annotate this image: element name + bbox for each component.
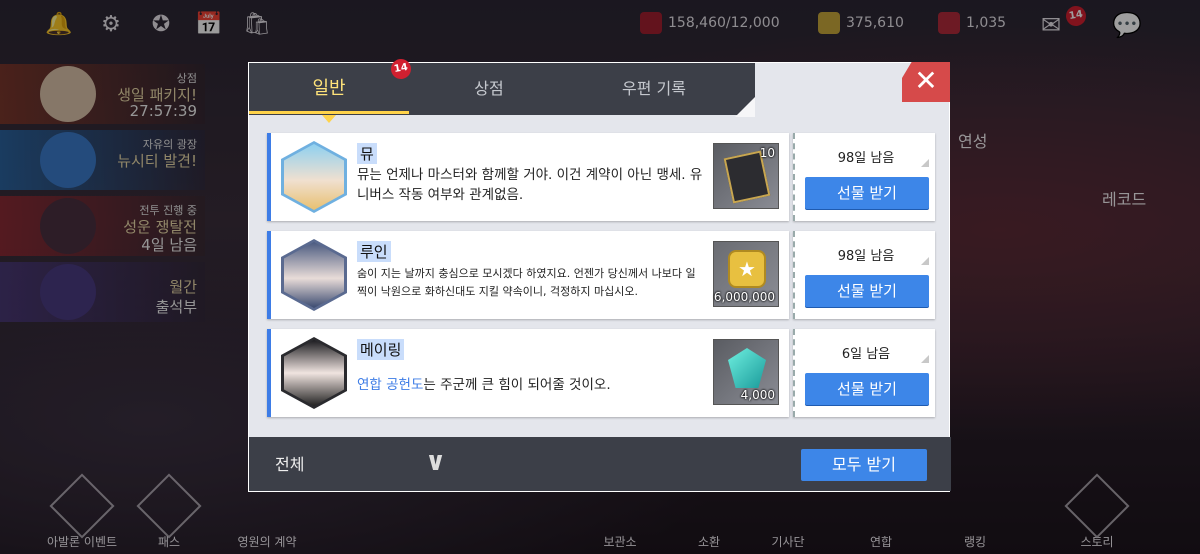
- sender-portrait: [281, 337, 347, 409]
- sender-portrait: [281, 141, 347, 213]
- filter-label[interactable]: 전체: [275, 451, 304, 475]
- claim-panel: 6일 남음 선물 받기: [793, 329, 935, 417]
- mail-message: 메이링 연합 공헌도는 주군께 큰 힘이 되어줄 것이오. 4,000: [267, 329, 789, 417]
- mailbox-dialog: 일반 상점 우편 기록 14 ✕ 뮤 뮤는 언제나 마스터와 함께할 거야. 이…: [248, 57, 951, 492]
- claim-gift-button[interactable]: 선물 받기: [805, 275, 929, 307]
- claim-gift-button[interactable]: 선물 받기: [805, 177, 929, 209]
- mail-body: 연합 공헌도는 주군께 큰 힘이 되어줄 것이오.: [357, 375, 703, 395]
- active-tab-caret-icon: [322, 115, 336, 123]
- mail-row: 메이링 연합 공헌도는 주군께 큰 힘이 되어줄 것이오. 4,000 6일 남…: [267, 329, 935, 417]
- mailbox-footer: 전체 ∨ 모두 받기: [249, 437, 951, 491]
- mail-row: 루인 숨이 지는 날까지 충심으로 모시겠다 하였지요. 언젠가 당신께서 나보…: [267, 231, 935, 319]
- reward-count: 6,000,000: [713, 290, 775, 304]
- days-remaining: 98일 남음: [837, 249, 895, 264]
- corner-triangle-icon: [921, 257, 929, 265]
- tab-mail-history[interactable]: 우편 기록: [569, 63, 739, 115]
- tab-shop[interactable]: 상점: [409, 63, 569, 115]
- reward-count: 4,000: [740, 388, 775, 402]
- mail-body-rest: 는 주군께 큰 힘이 되어줄 것이오.: [423, 377, 611, 393]
- active-tab-indicator: [249, 111, 409, 114]
- reward-count: 10: [759, 146, 775, 160]
- sender-name: 메이링: [357, 339, 405, 360]
- sender-portrait: [281, 239, 347, 311]
- union-gem-icon: [728, 348, 766, 388]
- days-remaining: 6일 남음: [841, 347, 891, 362]
- union-contribution-highlight: 연합 공헌도: [357, 377, 424, 393]
- corner-triangle-icon: [921, 159, 929, 167]
- claim-panel: 98일 남음 선물 받기: [793, 231, 935, 319]
- claim-all-button[interactable]: 모두 받기: [801, 449, 927, 481]
- claim-gift-button[interactable]: 선물 받기: [805, 373, 929, 405]
- mail-message: 뮤 뮤는 언제나 마스터와 함께할 거야. 이건 계약이 아닌 맹세. 유니버스…: [267, 133, 789, 221]
- mail-row: 뮤 뮤는 언제나 마스터와 함께할 거야. 이건 계약이 아닌 맹세. 유니버스…: [267, 133, 935, 221]
- reward-item[interactable]: 4,000: [713, 339, 779, 405]
- mail-body: 뮤는 언제나 마스터와 함께할 거야. 이건 계약이 아닌 맹세. 유니버스 작…: [357, 167, 703, 203]
- mail-body: 숨이 지는 날까지 충심으로 모시겠다 하였지요. 언젠가 당신께서 나보다 일…: [357, 267, 696, 298]
- sender-name: 뮤: [357, 143, 377, 164]
- mailbox-tabs: 일반 상점 우편 기록: [249, 63, 755, 117]
- chevron-down-icon[interactable]: ∨: [425, 447, 446, 477]
- reward-item[interactable]: 10: [713, 143, 779, 209]
- sender-name: 루인: [357, 241, 391, 262]
- corner-triangle-icon: [921, 355, 929, 363]
- tab-general[interactable]: 일반: [249, 63, 409, 115]
- claim-panel: 98일 남음 선물 받기: [793, 133, 935, 221]
- mail-message: 루인 숨이 지는 날까지 충심으로 모시겠다 하였지요. 언젠가 당신께서 나보…: [267, 231, 789, 319]
- reward-item[interactable]: ★ 6,000,000: [713, 241, 779, 307]
- days-remaining: 98일 남음: [837, 151, 895, 166]
- close-button[interactable]: ✕: [902, 62, 950, 102]
- gold-coin-icon: ★: [728, 250, 766, 288]
